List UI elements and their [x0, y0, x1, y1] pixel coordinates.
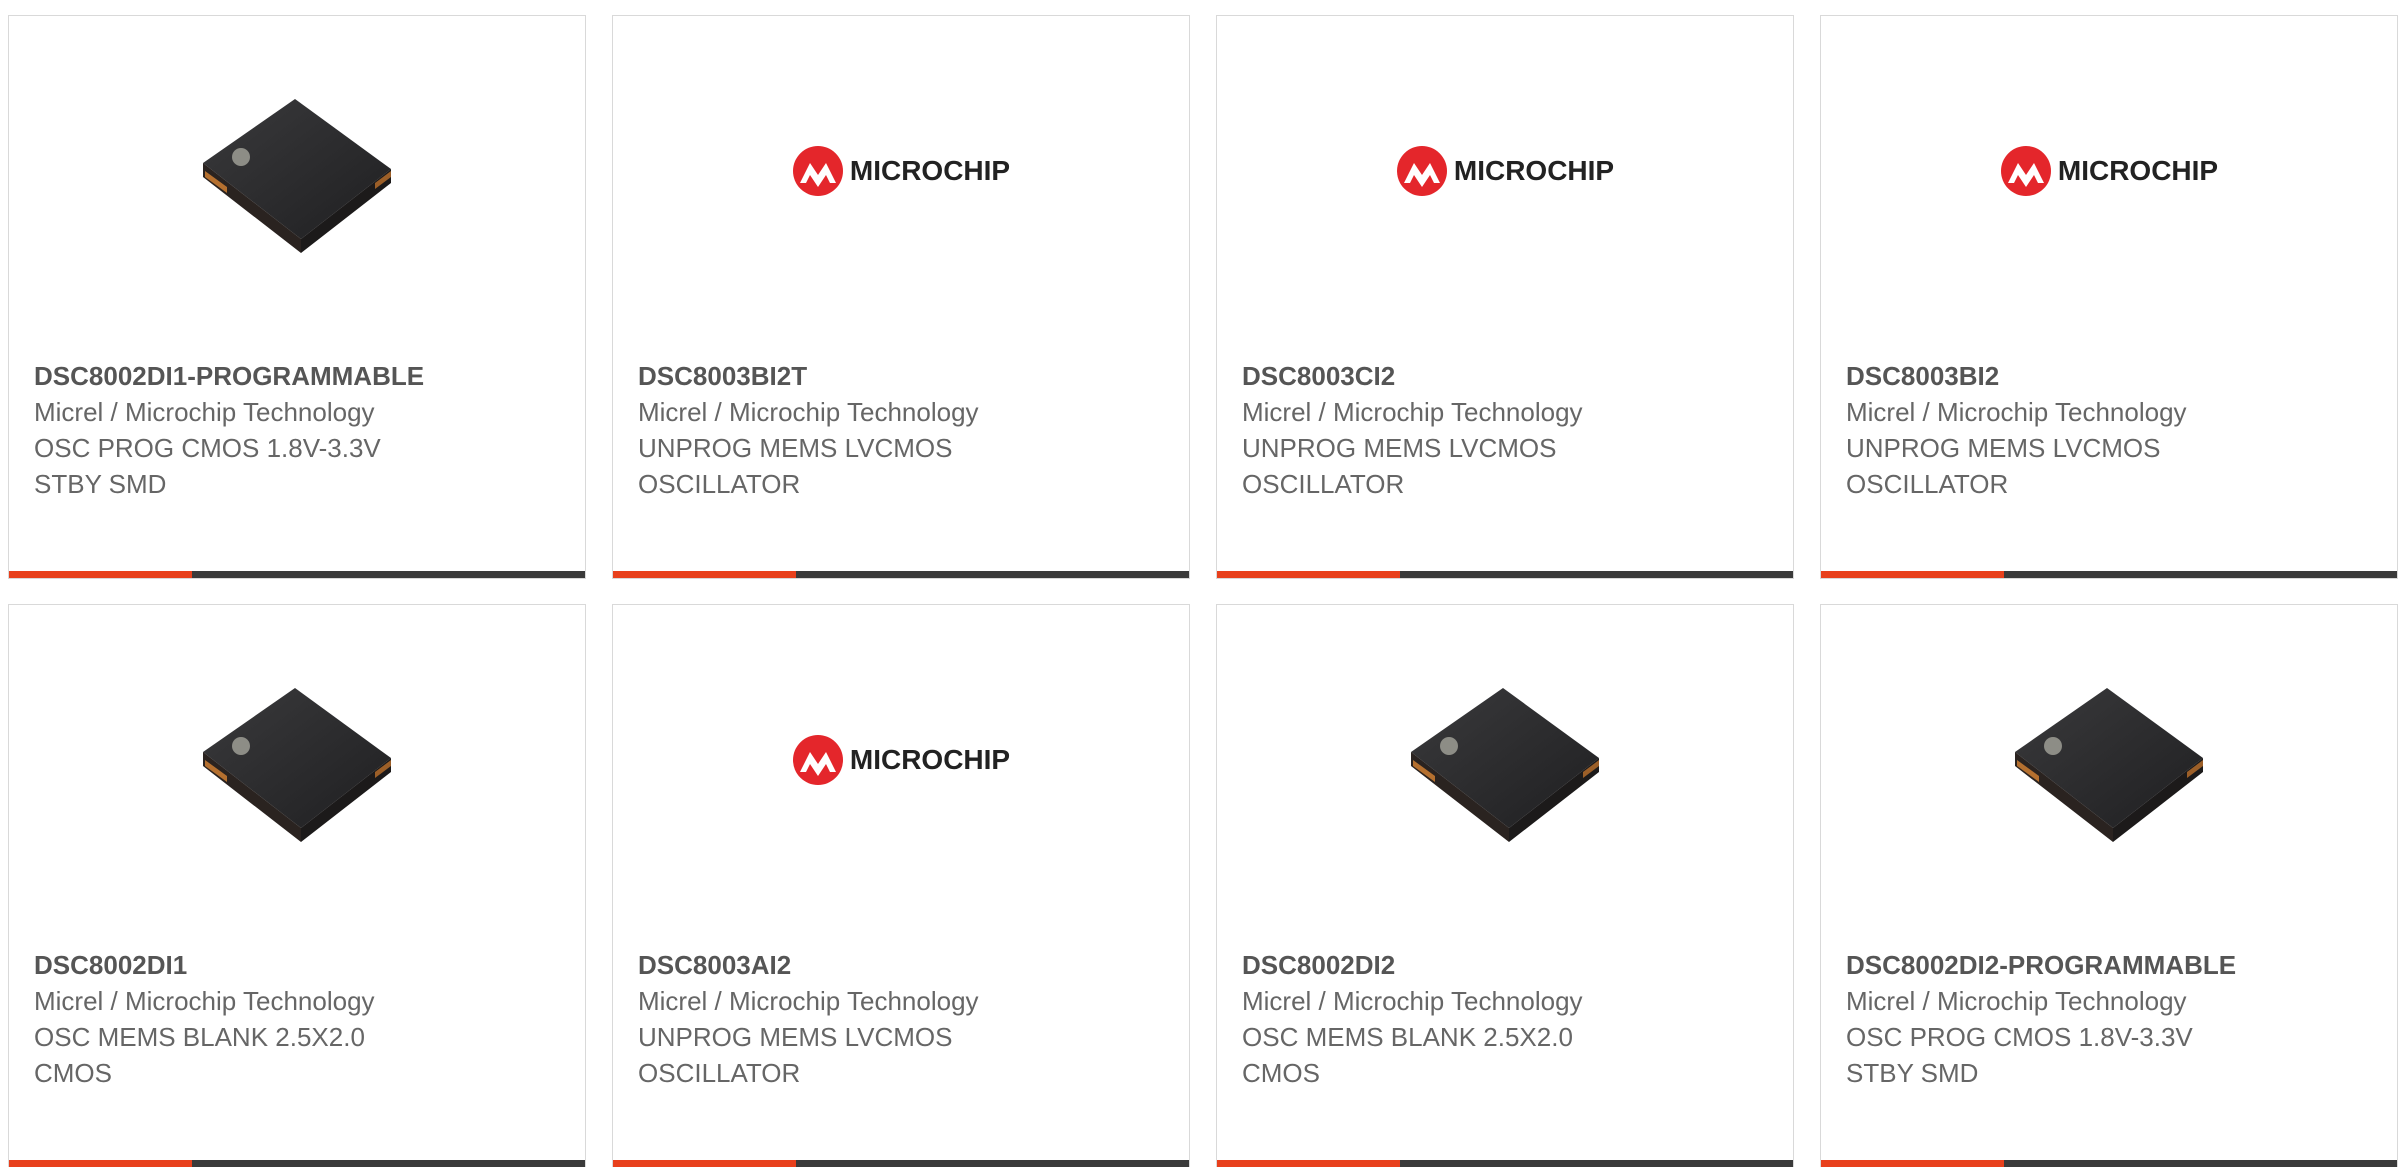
bar-dark-segment [192, 1160, 585, 1167]
product-info: DSC8003BI2T Micrel / Microchip Technology… [638, 358, 1169, 502]
part-number-link[interactable]: DSC8002DI2-PROGRAMMABLE [1846, 947, 2377, 983]
part-number-link[interactable]: DSC8003CI2 [1242, 358, 1773, 394]
microchip-logo[interactable]: MICROCHIP [613, 655, 1189, 865]
product-description: UNPROG MEMS LVCMOS OSCILLATOR [1846, 433, 2161, 499]
product-card[interactable]: DSC8002DI2 Micrel / Microchip Technology O… [1216, 604, 1794, 1167]
product-description: OSC MEMS BLANK 2.5X2.0 CMOS [1242, 1022, 1573, 1088]
card-accent-bar [1821, 571, 2397, 578]
microchip-wordmark: MICROCHIP [849, 744, 1011, 775]
bar-accent-segment [1821, 571, 2004, 578]
part-number-link[interactable]: DSC8002DI1-PROGRAMMABLE [34, 358, 565, 394]
microchip-logo-mark: MICROCHIP [2000, 145, 2218, 197]
product-info: DSC8002DI2-PROGRAMMABLE Micrel / Microchi… [1846, 947, 2377, 1091]
bar-accent-segment [9, 1160, 192, 1167]
card-accent-bar [9, 571, 585, 578]
product-card[interactable]: MICROCHIP DSC8003AI2 Micrel / Microchip Te… [612, 604, 1190, 1167]
bar-accent-segment [1217, 571, 1400, 578]
bar-accent-segment [613, 571, 796, 578]
bar-dark-segment [2004, 1160, 2397, 1167]
part-number-link[interactable]: DSC8002DI1 [34, 947, 565, 983]
product-card[interactable]: MICROCHIP DSC8003BI2T Micrel / Microchip T… [612, 15, 1190, 579]
bar-accent-segment [1821, 1160, 2004, 1167]
product-card[interactable]: DSC8002DI1 Micrel / Microchip Technology O… [8, 604, 586, 1167]
product-description: OSC MEMS BLANK 2.5X2.0 CMOS [34, 1022, 365, 1088]
product-description: UNPROG MEMS LVCMOS OSCILLATOR [638, 433, 953, 499]
product-card[interactable]: DSC8002DI2-PROGRAMMABLE Micrel / Microchi… [1820, 604, 2398, 1167]
product-image[interactable] [9, 66, 585, 276]
bar-dark-segment [2004, 571, 2397, 578]
bar-accent-segment [613, 1160, 796, 1167]
product-card[interactable]: MICROCHIP DSC8003BI2 Micrel / Microchip Te… [1820, 15, 2398, 579]
product-info: DSC8002DI1 Micrel / Microchip Technology O… [34, 947, 565, 1091]
part-number-link[interactable]: DSC8003BI2 [1846, 358, 2377, 394]
product-card[interactable]: MICROCHIP DSC8003CI2 Micrel / Microchip Te… [1216, 15, 1794, 579]
product-image[interactable] [9, 655, 585, 865]
microchip-logo-mark: MICROCHIP [1396, 145, 1614, 197]
manufacturer-label: Micrel / Microchip Technology [34, 986, 375, 1016]
manufacturer-label: Micrel / Microchip Technology [638, 986, 979, 1016]
product-image[interactable] [1821, 655, 2397, 865]
product-info: DSC8003CI2 Micrel / Microchip Technology U… [1242, 358, 1773, 502]
manufacturer-label: Micrel / Microchip Technology [638, 397, 979, 427]
microchip-logo[interactable]: MICROCHIP [613, 66, 1189, 276]
manufacturer-label: Micrel / Microchip Technology [1242, 397, 1583, 427]
product-description: OSC PROG CMOS 1.8V-3.3V STBY SMD [34, 433, 381, 499]
manufacturer-label: Micrel / Microchip Technology [34, 397, 375, 427]
bar-dark-segment [1400, 1160, 1793, 1167]
product-card[interactable]: DSC8002DI1-PROGRAMMABLE Micrel / Microchi… [8, 15, 586, 579]
manufacturer-label: Micrel / Microchip Technology [1846, 986, 2187, 1016]
microchip-wordmark: MICROCHIP [849, 155, 1011, 186]
card-accent-bar [1821, 1160, 2397, 1167]
microchip-wordmark: MICROCHIP [2057, 155, 2219, 186]
product-image[interactable] [1217, 655, 1793, 865]
product-info: DSC8002DI2 Micrel / Microchip Technology O… [1242, 947, 1773, 1091]
product-description: UNPROG MEMS LVCMOS OSCILLATOR [638, 1022, 953, 1088]
bar-accent-segment [1217, 1160, 1400, 1167]
card-accent-bar [613, 1160, 1189, 1167]
card-accent-bar [1217, 571, 1793, 578]
bar-dark-segment [796, 571, 1189, 578]
part-number-link[interactable]: DSC8003AI2 [638, 947, 1169, 983]
bar-dark-segment [192, 571, 585, 578]
product-description: OSC PROG CMOS 1.8V-3.3V STBY SMD [1846, 1022, 2193, 1088]
microchip-logo-mark: MICROCHIP [792, 145, 1010, 197]
microchip-wordmark: MICROCHIP [1453, 155, 1615, 186]
product-description: UNPROG MEMS LVCMOS OSCILLATOR [1242, 433, 1557, 499]
manufacturer-label: Micrel / Microchip Technology [1242, 986, 1583, 1016]
bar-accent-segment [9, 571, 192, 578]
product-grid: DSC8002DI1-PROGRAMMABLE Micrel / Microchi… [8, 15, 2400, 1167]
product-info: DSC8003AI2 Micrel / Microchip Technology U… [638, 947, 1169, 1091]
bar-dark-segment [1400, 571, 1793, 578]
bar-dark-segment [796, 1160, 1189, 1167]
part-number-link[interactable]: DSC8002DI2 [1242, 947, 1773, 983]
part-number-link[interactable]: DSC8003BI2T [638, 358, 1169, 394]
manufacturer-label: Micrel / Microchip Technology [1846, 397, 2187, 427]
product-info: DSC8003BI2 Micrel / Microchip Technology U… [1846, 358, 2377, 502]
microchip-logo[interactable]: MICROCHIP [1217, 66, 1793, 276]
card-accent-bar [613, 571, 1189, 578]
microchip-logo-mark: MICROCHIP [792, 734, 1010, 786]
microchip-logo[interactable]: MICROCHIP [1821, 66, 2397, 276]
card-accent-bar [1217, 1160, 1793, 1167]
card-accent-bar [9, 1160, 585, 1167]
product-info: DSC8002DI1-PROGRAMMABLE Micrel / Microchi… [34, 358, 565, 502]
